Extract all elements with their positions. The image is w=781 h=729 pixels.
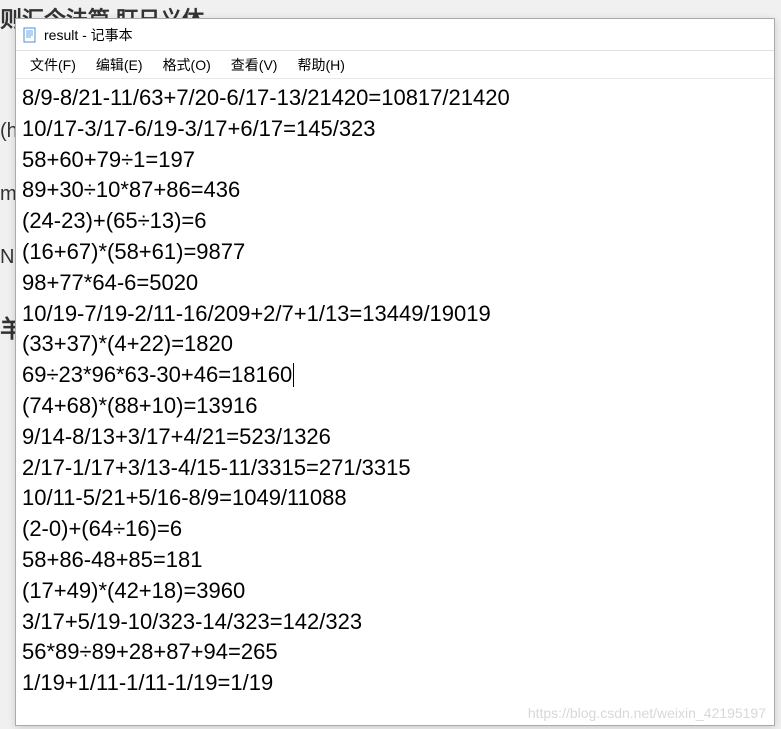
menu-help[interactable]: 帮助(H) xyxy=(287,52,354,78)
text-line: (74+68)*(88+10)=13916 xyxy=(22,391,768,422)
text-line: 1/19+1/11-1/11-1/19=1/19 xyxy=(22,668,768,699)
text-line: 3/17+5/19-10/323-14/323=142/323 xyxy=(22,607,768,638)
menu-view[interactable]: 查看(V) xyxy=(221,52,288,78)
menu-bar: 文件(F) 编辑(E) 格式(O) 查看(V) 帮助(H) xyxy=(16,51,774,79)
text-line: 10/17-3/17-6/19-3/17+6/17=145/323 xyxy=(22,114,768,145)
menu-edit[interactable]: 编辑(E) xyxy=(86,52,153,78)
text-cursor xyxy=(293,363,294,387)
text-line: 58+86-48+85=181 xyxy=(22,545,768,576)
notepad-icon xyxy=(22,27,38,43)
window-title: result - 记事本 xyxy=(44,25,133,45)
text-line: 58+60+79÷1=197 xyxy=(22,145,768,176)
text-line: 10/19-7/19-2/11-16/209+2/7+1/13=13449/19… xyxy=(22,299,768,330)
text-line: 69÷23*96*63-30+46=18160 xyxy=(22,360,768,391)
title-bar[interactable]: result - 记事本 xyxy=(16,19,774,51)
text-line: 98+77*64-6=5020 xyxy=(22,268,768,299)
text-line: 10/11-5/21+5/16-8/9=1049/11088 xyxy=(22,483,768,514)
text-area[interactable]: 8/9-8/21-11/63+7/20-6/17-13/21420=10817/… xyxy=(16,79,774,725)
text-line: 9/14-8/13+3/17+4/21=523/1326 xyxy=(22,422,768,453)
text-line: (33+37)*(4+22)=1820 xyxy=(22,329,768,360)
menu-format[interactable]: 格式(O) xyxy=(153,52,221,78)
text-line: (17+49)*(42+18)=3960 xyxy=(22,576,768,607)
text-line: 8/9-8/21-11/63+7/20-6/17-13/21420=10817/… xyxy=(22,83,768,114)
notepad-window: result - 记事本 文件(F) 编辑(E) 格式(O) 查看(V) 帮助(… xyxy=(15,18,775,726)
text-line: (2-0)+(64÷16)=6 xyxy=(22,514,768,545)
menu-file[interactable]: 文件(F) xyxy=(20,52,86,78)
text-line: 89+30÷10*87+86=436 xyxy=(22,175,768,206)
watermark: https://blog.csdn.net/weixin_42195197 xyxy=(528,705,766,721)
text-line: (24-23)+(65÷13)=6 xyxy=(22,206,768,237)
text-line: (16+67)*(58+61)=9877 xyxy=(22,237,768,268)
text-line: 2/17-1/17+3/13-4/15-11/3315=271/3315 xyxy=(22,453,768,484)
text-line: 56*89÷89+28+87+94=265 xyxy=(22,637,768,668)
